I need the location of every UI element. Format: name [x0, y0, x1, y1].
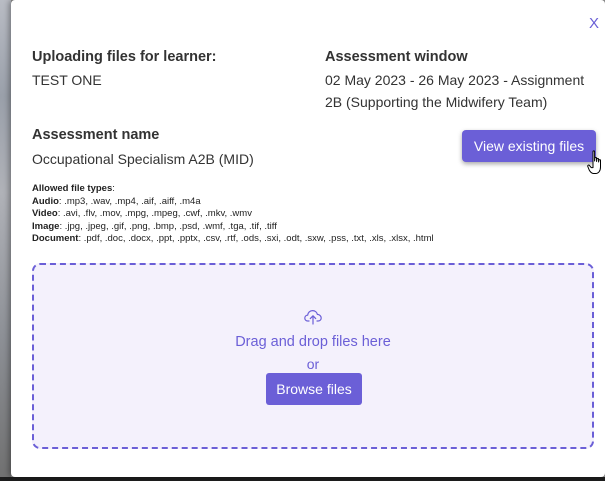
- assessment-name-value: Occupational Specialism A2B (MID): [32, 151, 254, 167]
- view-existing-files-button[interactable]: View existing files: [462, 130, 596, 162]
- file-dropzone[interactable]: Drag and drop files here or Browse files: [32, 263, 594, 449]
- assessment-window-line2: 2B (Supporting the Midwifery Team): [325, 94, 548, 110]
- background-page: [0, 0, 11, 481]
- video-types: Video: .avi, .flv, .mov, .mpg, .mpeg, .c…: [32, 208, 252, 219]
- image-types: Image: .jpg, .jpeg, .gif, .png, .bmp, .p…: [32, 220, 277, 232]
- or-text: or: [306, 356, 320, 372]
- allowed-file-types: Allowed file types: Audio: .mp3, .wav, .…: [32, 183, 434, 246]
- document-types: Document: .pdf, .doc, .docx, .ppt, .pptx…: [32, 233, 434, 244]
- close-button[interactable]: X: [589, 16, 599, 31]
- audio-types: Audio: .mp3, .wav, .mp4, .aif, .aiff, .m…: [32, 195, 201, 207]
- allowed-heading: Allowed file types:: [32, 183, 115, 194]
- taskbar-edge: [0, 477, 605, 481]
- hand-cursor-icon: [587, 150, 601, 174]
- learner-name: TEST ONE: [32, 72, 102, 88]
- assessment-window-label: Assessment window: [325, 49, 468, 65]
- learner-label: Uploading files for learner:: [32, 49, 217, 65]
- assessment-window-line1: 02 May 2023 - 26 May 2023 - Assignment: [325, 72, 585, 88]
- drag-drop-text: Drag and drop files here: [235, 334, 391, 350]
- cloud-upload-icon: [304, 309, 322, 325]
- upload-modal: X Uploading files for learner: TEST ONE …: [11, 0, 605, 477]
- browse-files-button[interactable]: Browse files: [266, 373, 362, 405]
- assessment-name-label: Assessment name: [32, 127, 160, 143]
